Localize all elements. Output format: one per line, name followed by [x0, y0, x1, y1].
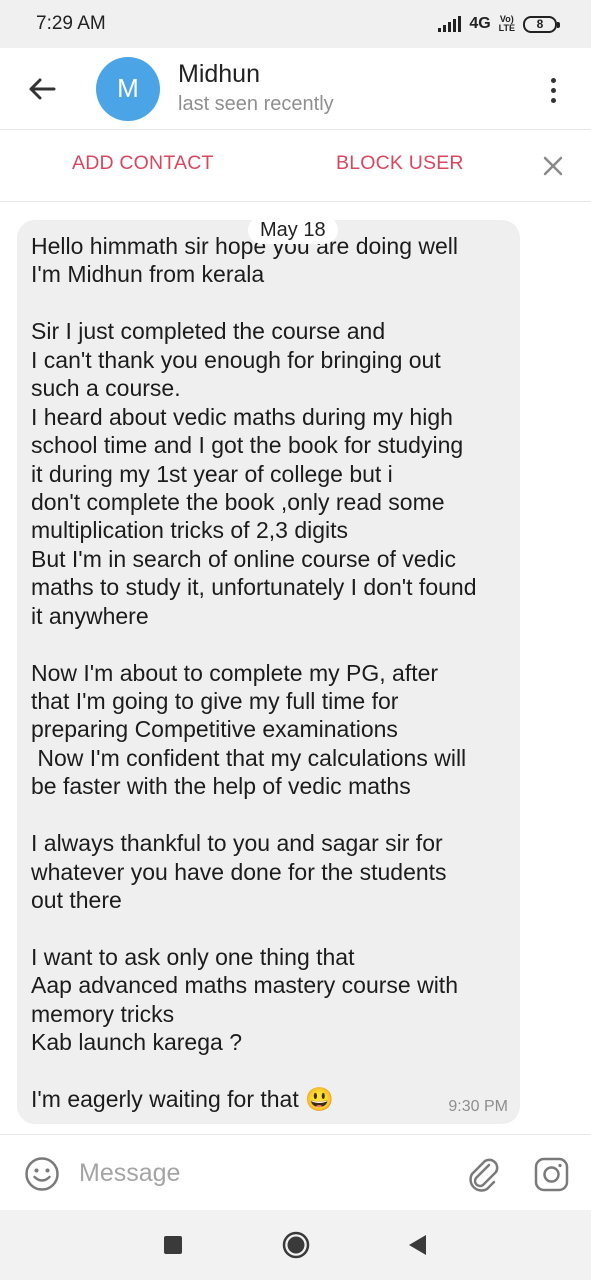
message-line: it anywhere	[31, 602, 149, 629]
message-line: such a course.	[31, 375, 181, 402]
message-line: preparing Competitive examinations	[31, 716, 398, 743]
message-line: maths to study it, unfortunately I don't…	[31, 574, 477, 601]
message-line: I always thankful to you and sagar sir f…	[31, 830, 443, 857]
chat-area[interactable]: Hello himmath sir hope you are doing wel…	[0, 203, 591, 1133]
home-circle-icon	[282, 1231, 310, 1259]
attach-button[interactable]	[465, 1155, 501, 1193]
more-options-button[interactable]	[539, 70, 567, 110]
close-action-bar-button[interactable]	[539, 152, 567, 180]
status-time: 7:29 AM	[36, 13, 106, 34]
message-line: out there	[31, 887, 122, 914]
volte-icon: Vo) LTE	[499, 15, 515, 33]
system-back-button[interactable]	[407, 1234, 427, 1256]
volte-bottom-label: LTE	[498, 23, 515, 33]
add-contact-button[interactable]: ADD CONTACT	[72, 152, 214, 175]
contact-info[interactable]: Midhun last seen recently	[178, 59, 334, 118]
message-line: Now I'm about to complete my PG, after	[31, 659, 439, 686]
message-line	[31, 1057, 515, 1085]
message-line: Now I'm confident that my calculations w…	[31, 744, 467, 771]
message-text: Hello himmath sir hope you are doing wel…	[31, 232, 515, 1114]
arrow-back-icon	[29, 78, 56, 99]
message-input[interactable]	[79, 1151, 439, 1195]
contact-status: last seen recently	[178, 93, 334, 115]
message-line	[31, 915, 515, 943]
camera-icon	[534, 1157, 569, 1192]
message-line: I heard about vedic maths during my high	[31, 403, 453, 430]
message-input-bar	[0, 1134, 591, 1210]
close-icon	[543, 156, 563, 176]
system-navigation-bar	[0, 1210, 591, 1280]
avatar-letter: M	[117, 73, 139, 103]
recents-button[interactable]	[164, 1236, 182, 1254]
chat-header: M Midhun last seen recently	[0, 48, 591, 130]
signal-icon	[438, 16, 462, 32]
message-line: Aap advanced maths mastery course with	[31, 972, 458, 999]
date-separator: May 18	[248, 216, 338, 244]
battery-level: 8	[536, 17, 544, 31]
paperclip-icon	[469, 1158, 499, 1192]
message-line: it during my 1st year of college but i	[31, 460, 393, 487]
block-user-button[interactable]: BLOCK USER	[336, 152, 464, 175]
message-line: I'm eagerly waiting for that 😃	[31, 1086, 334, 1113]
message-line: I want to ask only one thing that	[31, 943, 355, 970]
triangle-back-icon	[409, 1235, 426, 1255]
network-type: 4G	[469, 15, 491, 32]
message-line: Kab launch karega ?	[31, 1029, 242, 1056]
message-line: multiplication tricks of 2,3 digits	[31, 517, 349, 544]
avatar[interactable]: M	[96, 56, 160, 121]
message-line: that I'm going to give my full time for	[31, 688, 399, 714]
status-icons: 4G Vo) LTE 8	[438, 15, 560, 33]
message-line: I'm Midhun from kerala	[31, 261, 265, 288]
camera-button[interactable]	[533, 1156, 570, 1193]
contact-name: Midhun	[178, 60, 260, 88]
message-line	[31, 630, 515, 658]
message-line: be faster with the help of vedic maths	[31, 773, 411, 800]
message-line: But I'm in search of online course of ve…	[31, 545, 456, 572]
contact-action-bar: ADD CONTACT BLOCK USER	[0, 130, 591, 202]
emoji-button[interactable]	[24, 1156, 60, 1192]
message-line	[31, 801, 515, 829]
emoji-icon	[25, 1157, 59, 1191]
home-button[interactable]	[282, 1231, 310, 1259]
status-bar: 7:29 AM 4G Vo) LTE 8	[0, 0, 591, 48]
message-line: Sir I just completed the course and	[31, 318, 386, 345]
message-line: whatever you have done for the students	[31, 858, 447, 885]
back-button[interactable]	[0, 48, 84, 130]
battery-icon: 8	[523, 15, 560, 33]
message-line	[31, 289, 515, 317]
message-bubble[interactable]: Hello himmath sir hope you are doing wel…	[17, 220, 520, 1124]
message-line: memory tricks	[31, 1000, 175, 1027]
more-vert-icon	[550, 77, 556, 83]
message-line: don't complete the book ,only read some	[31, 488, 445, 515]
message-time: 9:30 PM	[448, 1098, 508, 1115]
message-line: I can't thank you enough for bringing ou…	[31, 346, 441, 373]
message-line: school time and I got the book for study…	[31, 432, 464, 459]
